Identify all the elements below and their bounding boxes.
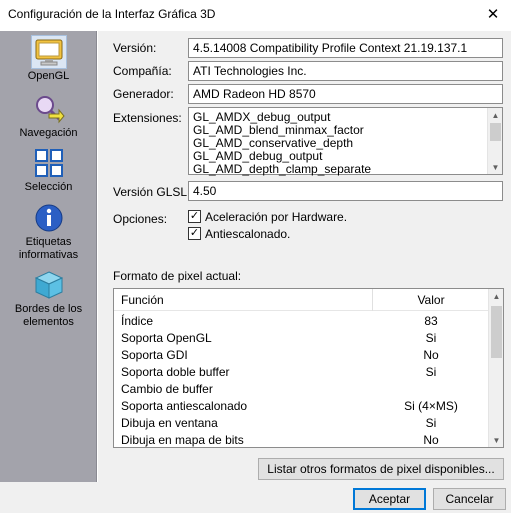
table-row[interactable]: Dibuja en ventana Si (114, 415, 490, 432)
sidebar-item-seleccion[interactable]: Selección (0, 146, 97, 194)
row-function: Soporta antiescalonado (121, 399, 248, 413)
options-label: Opciones: (113, 212, 168, 226)
checkmark-icon: ✓ (189, 210, 200, 222)
company-label: Compañía: (113, 64, 172, 78)
glsl-label: Versión GLSL: (113, 185, 191, 199)
version-label: Versión: (113, 41, 157, 55)
row-value: 83 (424, 314, 438, 328)
list-item: GL_AMD_depth_clamp_separate (193, 162, 372, 176)
hardware-acceleration-label: Aceleración por Hardware. (205, 210, 348, 224)
list-item: GL_AMD_conservative_depth (193, 136, 354, 150)
extensions-list[interactable]: GL_AMDX_debug_output GL_AMD_blend_minmax… (188, 107, 503, 176)
row-value: No (423, 433, 439, 447)
table-row[interactable]: Índice 83 (114, 313, 490, 330)
glsl-field[interactable]: 4.50 (188, 181, 503, 201)
antialiasing-checkbox[interactable]: ✓ (188, 227, 201, 240)
version-field[interactable]: 4.5.14008 Compatibility Profile Context … (188, 38, 503, 58)
list-item: GL_AMD_blend_minmax_factor (193, 123, 364, 137)
row-function: Soporta doble buffer (121, 365, 230, 379)
pixel-format-table[interactable]: Función Valor Índice 83 Soporta OpenGL S… (113, 288, 504, 448)
monitor-icon (30, 35, 67, 69)
table-row[interactable]: Soporta doble buffer Si (114, 364, 490, 381)
table-row[interactable]: Soporta OpenGL Si (114, 330, 490, 347)
scroll-thumb[interactable] (491, 306, 502, 358)
sidebar-item-bordes[interactable]: Bordes de los elementos (0, 268, 97, 329)
table-scrollbar[interactable]: ▲ ▼ (488, 289, 503, 447)
checkmark-icon: ✓ (189, 227, 200, 239)
row-function: Dibuja en mapa de bits (121, 433, 244, 447)
list-item: GL_AMD_debug_output (193, 149, 323, 163)
table-row[interactable]: Soporta GDI No (114, 347, 490, 364)
sidebar-item-navegacion[interactable]: Navegación (0, 92, 97, 140)
extensions-label: Extensiones: (113, 111, 182, 125)
info-icon (31, 201, 67, 235)
dialog-footer: Aceptar Cancelar (0, 482, 511, 513)
antialiasing-label: Antiescalonado. (205, 227, 291, 241)
cube-icon (31, 268, 67, 302)
ok-button[interactable]: Aceptar (353, 488, 426, 510)
close-button[interactable]: ✕ (475, 0, 511, 28)
opengl-panel: Versión: 4.5.14008 Compatibility Profile… (98, 31, 511, 482)
row-function: Dibuja en ventana (121, 416, 218, 430)
column-header-function[interactable]: Función (121, 293, 164, 307)
table-row[interactable]: Cambio de buffer (114, 381, 490, 398)
sidebar-item-label: OpenGL (27, 70, 70, 82)
generator-field[interactable]: AMD Radeon HD 8570 (188, 84, 503, 104)
cancel-button[interactable]: Cancelar (433, 488, 506, 510)
sidebar-item-label: Selección (24, 181, 73, 193)
scroll-up-icon[interactable]: ▲ (489, 289, 503, 303)
row-function: Soporta OpenGL (121, 331, 212, 345)
window-title: Configuración de la Interfaz Gráfica 3D (8, 7, 216, 21)
row-function: Soporta GDI (121, 348, 188, 362)
generator-label: Generador: (113, 87, 174, 101)
row-value: Si (425, 416, 437, 430)
sidebar-item-label: Bordes de los elementos (14, 303, 83, 328)
extensions-scrollbar[interactable]: ▲ ▼ (487, 108, 502, 174)
close-icon: ✕ (486, 6, 500, 23)
table-row[interactable]: Soporta antiescalonado Si (4×MS) (114, 398, 490, 415)
sidebar-item-opengl[interactable]: OpenGL (0, 35, 97, 83)
magnifier-arrow-icon (31, 92, 67, 126)
hardware-acceleration-checkbox[interactable]: ✓ (188, 210, 201, 223)
list-pixel-formats-button[interactable]: Listar otros formatos de pixel disponibl… (258, 458, 504, 480)
grid-select-icon (31, 146, 67, 180)
row-value: Si (425, 331, 437, 345)
sidebar-item-label: Etiquetas informativas (18, 236, 79, 261)
column-header-value[interactable]: Valor (372, 293, 490, 307)
pixel-format-title: Formato de pixel actual: (113, 269, 242, 283)
sidebar-item-etiquetas[interactable]: Etiquetas informativas (0, 201, 97, 262)
row-value: Si (4×MS) (404, 399, 458, 413)
company-field[interactable]: ATI Technologies Inc. (188, 61, 503, 81)
list-item: GL_AMDX_debug_output (193, 110, 331, 124)
table-row[interactable]: Dibuja en mapa de bits No (114, 432, 490, 447)
sidebar: OpenGL Navegación Selección Etiquetas in… (0, 31, 97, 482)
row-function: Cambio de buffer (121, 382, 213, 396)
scroll-thumb[interactable] (490, 123, 501, 141)
row-function: Índice (121, 314, 154, 328)
sidebar-item-label: Navegación (19, 127, 78, 139)
row-value: No (423, 348, 439, 362)
scroll-up-icon[interactable]: ▲ (488, 108, 503, 122)
title-bar: Configuración de la Interfaz Gráfica 3D … (0, 0, 511, 30)
row-value: Si (425, 365, 437, 379)
scroll-down-icon[interactable]: ▼ (489, 433, 503, 447)
scroll-down-icon[interactable]: ▼ (488, 160, 503, 174)
table-header: Función Valor (114, 289, 490, 311)
